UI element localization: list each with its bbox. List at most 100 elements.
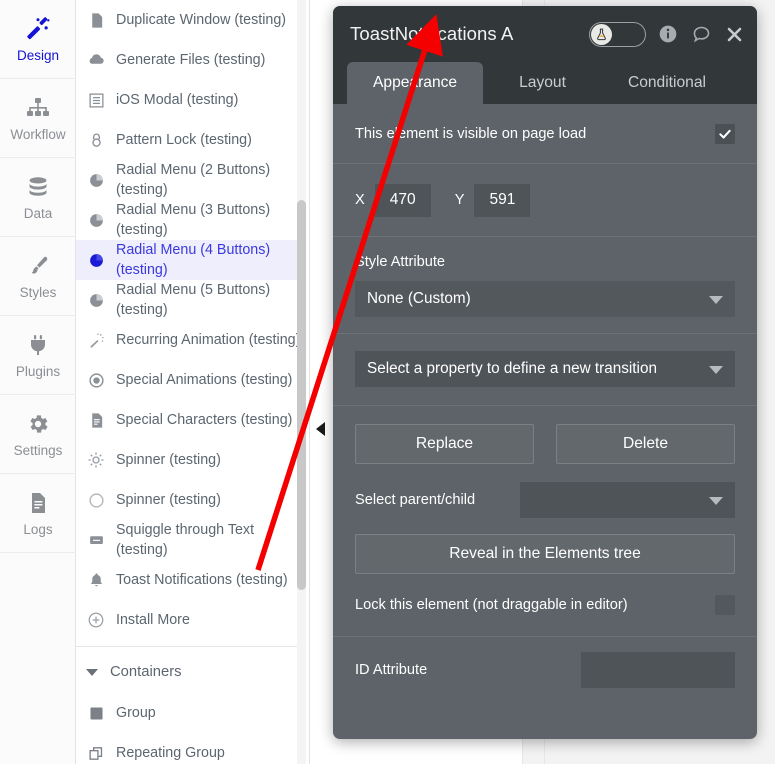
visible-on-page-load-row: This element is visible on page load	[333, 104, 757, 163]
y-input[interactable]: 591	[474, 183, 531, 217]
parent-child-row: Select parent/child	[333, 464, 757, 518]
plug-icon	[25, 332, 51, 358]
rail-item-settings[interactable]: Settings	[0, 395, 76, 474]
list-item-label: Radial Menu (3 Buttons) (testing)	[116, 202, 271, 238]
section-actions: Replace Delete Select parent/child Revea…	[333, 406, 757, 636]
cloud-icon	[86, 50, 106, 70]
document-icon	[86, 410, 106, 430]
list-item-label: Special Characters (testing)	[116, 412, 293, 428]
list-item[interactable]: Squiggle through Text (testing)	[76, 520, 310, 560]
collapse-panel-button[interactable]	[313, 421, 327, 437]
list-item[interactable]: Radial Menu (5 Buttons) (testing)	[76, 280, 310, 320]
id-attribute-label: ID Attribute	[355, 662, 428, 678]
list-item-label: Pattern Lock (testing)	[116, 132, 252, 148]
chevron-down-icon	[709, 366, 723, 374]
list-item[interactable]: Radial Menu (2 Buttons) (testing)	[76, 160, 310, 200]
list-item[interactable]: Group	[76, 693, 310, 733]
tab-appearance-label: Appearance	[373, 74, 458, 91]
palette-scrollbar-thumb[interactable]	[297, 200, 306, 590]
install-more-label: Install More	[116, 612, 190, 628]
list-item-selected[interactable]: Radial Menu (4 Buttons) (testing)	[76, 240, 310, 280]
list-item-label: Radial Menu (4 Buttons) (testing)	[116, 242, 271, 278]
lock-icon	[86, 130, 106, 150]
style-attribute-select[interactable]: None (Custom)	[355, 281, 735, 317]
tab-layout-label: Layout	[519, 74, 566, 91]
rail-item-logs[interactable]: Logs	[0, 474, 76, 553]
list-item[interactable]: Spinner (testing)	[76, 480, 310, 520]
pie-icon	[86, 170, 106, 190]
file-icon	[86, 10, 106, 30]
list-item[interactable]: Special Characters (testing)	[76, 400, 310, 440]
list-item[interactable]: Spinner (testing)	[76, 440, 310, 480]
replace-button[interactable]: Replace	[355, 424, 534, 464]
workflow-tree-icon	[25, 95, 51, 121]
list-item-label: iOS Modal (testing)	[116, 92, 239, 108]
section-position: X 470 Y 591	[333, 164, 757, 237]
property-editor-tabs: Appearance Layout Conditional	[333, 62, 757, 104]
rail-item-data[interactable]: Data	[0, 158, 76, 237]
delete-button[interactable]: Delete	[556, 424, 735, 464]
property-editor-panel: ToastNotifications A Appearance Layout C…	[333, 6, 757, 739]
comment-icon[interactable]	[690, 23, 712, 45]
rail-item-styles[interactable]: Styles	[0, 237, 76, 316]
tab-layout[interactable]: Layout	[493, 62, 592, 104]
rail-label-logs: Logs	[23, 521, 53, 537]
rail-label-styles: Styles	[19, 284, 57, 300]
transition-select[interactable]: Select a property to define a new transi…	[355, 351, 735, 387]
rail-item-workflow[interactable]: Workflow	[0, 79, 76, 158]
list-item[interactable]: Radial Menu (3 Buttons) (testing)	[76, 200, 310, 240]
debug-mode-toggle[interactable]	[589, 21, 646, 47]
list-item[interactable]: Duplicate Window (testing)	[76, 0, 310, 40]
pie-icon	[86, 290, 106, 310]
rail-label-workflow: Workflow	[10, 126, 66, 142]
y-label: Y	[454, 192, 465, 208]
id-attribute-row: ID Attribute	[333, 637, 757, 703]
section-style-attribute: Style Attribute None (Custom)	[333, 237, 757, 334]
x-input[interactable]: 470	[374, 183, 431, 217]
rail-label-design: Design	[16, 47, 60, 63]
list-item[interactable]: Pattern Lock (testing)	[76, 120, 310, 160]
lock-element-checkbox[interactable]	[715, 595, 735, 615]
style-attribute-value: None (Custom)	[367, 290, 471, 307]
sun-spinner-icon	[86, 450, 106, 470]
tab-conditional[interactable]: Conditional	[602, 62, 732, 104]
list-box-icon	[86, 90, 106, 110]
plus-circle-icon	[86, 610, 106, 630]
circle-icon	[86, 490, 106, 510]
install-more-item[interactable]: Install More	[76, 600, 310, 640]
palette-right-edge	[306, 0, 310, 764]
rail-item-design[interactable]: Design	[0, 0, 76, 79]
rail-item-plugins[interactable]: Plugins	[0, 316, 76, 395]
visible-on-page-load-checkbox[interactable]	[715, 123, 735, 144]
info-icon[interactable]	[657, 23, 679, 45]
reveal-in-elements-tree-button[interactable]: Reveal in the Elements tree	[355, 534, 735, 574]
list-item-label: Spinner (testing)	[116, 452, 221, 468]
reveal-row: Reveal in the Elements tree	[333, 518, 757, 574]
list-item[interactable]: Toast Notifications (testing)	[76, 560, 310, 600]
list-item-label: Toast Notifications (testing)	[116, 572, 288, 588]
list-item-label: Radial Menu (5 Buttons) (testing)	[116, 282, 271, 318]
gear-icon	[25, 411, 51, 437]
chevron-left-icon	[315, 422, 325, 436]
chevron-down-icon	[709, 296, 723, 304]
list-item[interactable]: Generate Files (testing)	[76, 40, 310, 80]
document-icon	[25, 490, 51, 516]
list-item[interactable]: Repeating Group	[76, 733, 310, 764]
paintbrush-icon	[25, 253, 51, 279]
list-item[interactable]: iOS Modal (testing)	[76, 80, 310, 120]
list-item[interactable]: Recurring Animation (testing)	[76, 320, 310, 360]
magic-wand-icon	[86, 330, 106, 350]
close-icon[interactable]	[723, 23, 745, 45]
list-item[interactable]: Special Animations (testing)	[76, 360, 310, 400]
list-item-label: Generate Files (testing)	[116, 52, 266, 68]
target-icon	[86, 370, 106, 390]
page-title: ToastNotifications A	[350, 23, 514, 44]
parent-child-select[interactable]	[520, 482, 735, 518]
x-label: X	[355, 192, 365, 208]
id-attribute-input[interactable]	[581, 652, 736, 688]
tab-appearance[interactable]: Appearance	[347, 62, 484, 104]
palette-group-containers[interactable]: Containers	[76, 651, 310, 693]
square-icon	[86, 703, 106, 723]
design-wand-icon	[25, 16, 51, 42]
palette-divider	[76, 646, 310, 647]
